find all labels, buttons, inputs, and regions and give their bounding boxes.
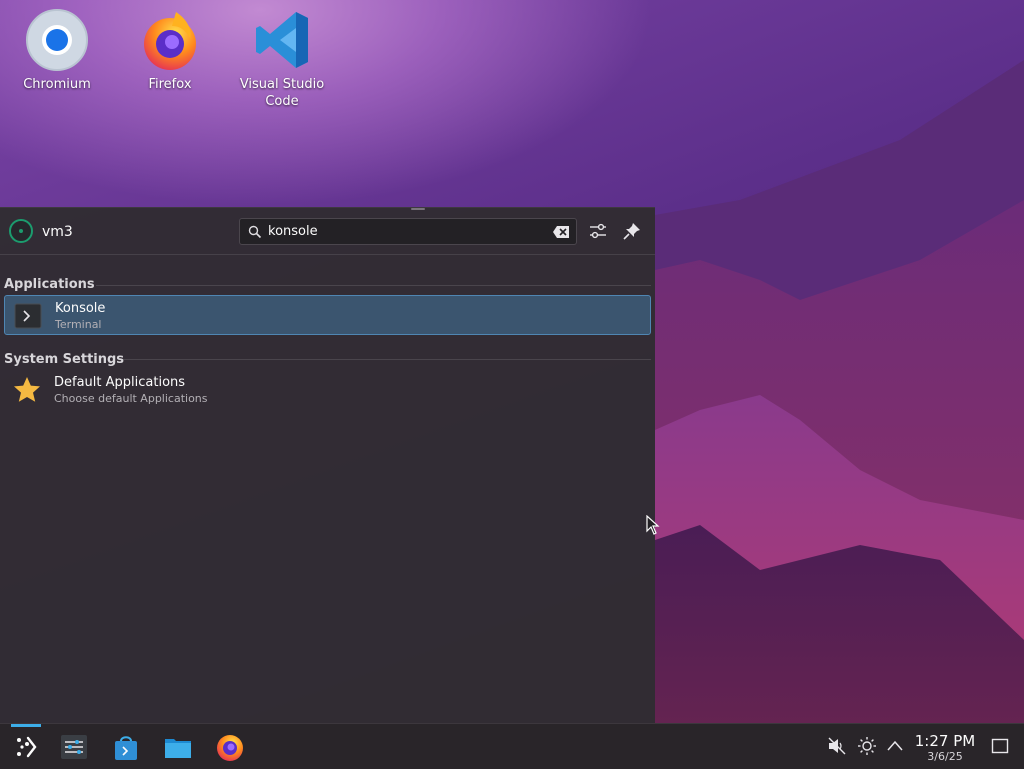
file-manager-icon[interactable]: [163, 732, 193, 762]
section-divider: [96, 285, 651, 286]
result-title: Konsole: [55, 301, 106, 316]
section-divider: [118, 359, 651, 360]
show-desktop-icon[interactable]: [990, 736, 1010, 756]
resize-grip[interactable]: [411, 208, 425, 210]
mouse-cursor-icon: [646, 515, 660, 535]
configure-icon[interactable]: [587, 220, 609, 242]
pin-icon[interactable]: [621, 220, 643, 242]
volume-muted-icon[interactable]: [827, 736, 847, 756]
search-icon: [248, 225, 262, 239]
firefox-icon: [138, 8, 202, 72]
desktop-icon-label: Chromium: [23, 77, 91, 92]
result-konsole[interactable]: Konsole Terminal: [4, 295, 651, 335]
active-indicator: [11, 724, 41, 727]
taskbar: 1:27 PM 3/6/25: [0, 723, 1024, 769]
brightness-icon[interactable]: [857, 736, 877, 756]
clear-icon[interactable]: [552, 225, 570, 239]
result-subtitle: Terminal: [55, 318, 102, 331]
clock-date[interactable]: 3/6/25: [914, 750, 976, 763]
launcher-header: vm3 konsole: [0, 208, 655, 255]
vscode-icon: [250, 8, 314, 72]
expand-tray-icon[interactable]: [885, 736, 905, 756]
desktop-icon-firefox[interactable]: Firefox: [124, 8, 216, 93]
avatar[interactable]: [9, 219, 33, 243]
result-title: Default Applications: [54, 375, 186, 390]
result-subtitle: Choose default Applications: [54, 392, 208, 405]
discover-store-icon[interactable]: [111, 732, 141, 762]
result-default-applications[interactable]: Default Applications Choose default Appl…: [4, 370, 651, 410]
star-icon: [14, 377, 40, 402]
section-title-system-settings: System Settings: [4, 352, 125, 367]
section-title-applications: Applications: [4, 277, 95, 292]
desktop-icon-label: Firefox: [148, 77, 192, 92]
terminal-icon: [14, 303, 42, 329]
desktop-icon-label: Visual Studio Code: [239, 77, 325, 109]
search-query[interactable]: konsole: [268, 224, 318, 239]
clock-time[interactable]: 1:27 PM: [914, 732, 976, 750]
desktop-icon-vscode[interactable]: Visual Studio Code: [236, 8, 328, 110]
search-input[interactable]: konsole: [239, 218, 577, 245]
system-settings-icon[interactable]: [59, 732, 89, 762]
firefox-icon[interactable]: [215, 732, 245, 762]
application-launcher-icon[interactable]: [11, 732, 41, 762]
username: vm3: [42, 224, 73, 240]
application-launcher: vm3 konsole Applications Konsole Termina…: [0, 207, 655, 724]
desktop-icon-chromium[interactable]: Chromium: [11, 8, 103, 93]
chromium-icon: [25, 8, 89, 72]
